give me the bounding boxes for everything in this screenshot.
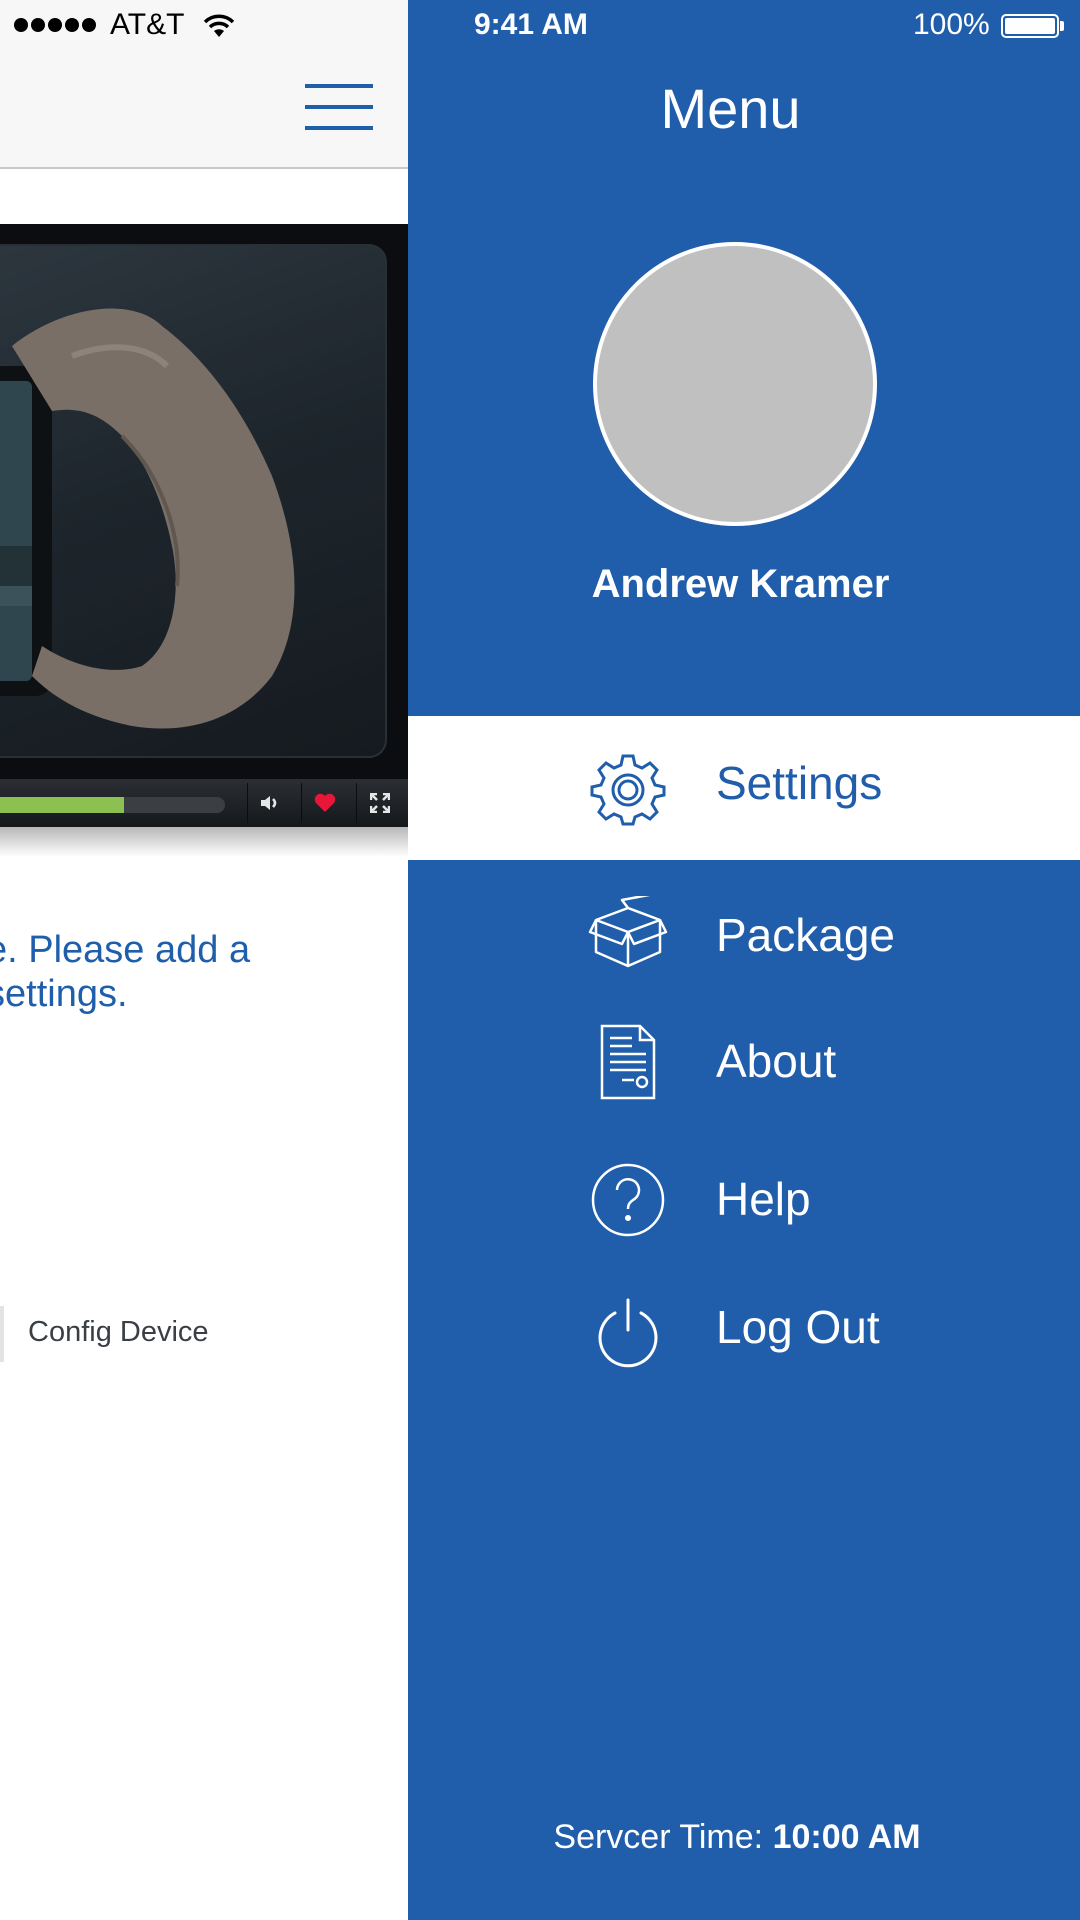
gear-icon <box>588 748 668 828</box>
battery-tip <box>1060 21 1064 31</box>
side-menu: 9:41 AM 100% Menu Andrew Kramer Settings <box>408 0 1080 1920</box>
info-message-line-2: settings. <box>0 973 128 1015</box>
wifi-icon <box>203 14 235 37</box>
box-icon <box>588 896 668 976</box>
avatar[interactable] <box>593 242 877 526</box>
status-bar-left: AT&T <box>0 0 408 52</box>
menu-item-label: Package <box>716 909 896 961</box>
menu-item-package[interactable]: Package <box>408 876 1080 996</box>
menu-item-label: About <box>716 1035 837 1087</box>
volume-icon[interactable] <box>247 783 294 823</box>
menu-item-label: Settings <box>716 757 883 809</box>
player-shadow <box>0 827 408 857</box>
server-time-label: Servcer Time: <box>553 1818 764 1856</box>
config-device-button[interactable]: Config Device <box>0 1306 408 1362</box>
menu-item-settings[interactable]: Settings <box>408 716 1080 860</box>
divider <box>0 1306 4 1362</box>
info-message: e. Please add a settings. <box>0 928 406 1016</box>
carrier-name: AT&T <box>110 8 185 41</box>
menu-item-help[interactable]: Help <box>408 1140 1080 1260</box>
server-time-value: 10:00 AM <box>772 1818 921 1856</box>
menu-item-log-out[interactable]: Log Out <box>408 1268 1080 1388</box>
video-progress-bar[interactable] <box>0 797 225 813</box>
battery-icon <box>1001 14 1059 38</box>
background-screen: AT&T e. Please add a settings. Config De… <box>0 0 408 1920</box>
video-player[interactable] <box>0 224 408 827</box>
fullscreen-icon[interactable] <box>356 783 403 823</box>
heart-icon[interactable] <box>301 783 348 823</box>
hand-holding-phone-image <box>0 246 385 756</box>
menu-item-label: Help <box>716 1173 811 1225</box>
menu-item-label: Log Out <box>716 1301 880 1353</box>
battery-percentage: 100% <box>913 8 990 41</box>
power-icon <box>588 1292 668 1372</box>
info-message-line-1: e. Please add a <box>0 929 251 971</box>
signal-strength-icon <box>14 18 96 32</box>
video-thumbnail[interactable] <box>0 244 387 758</box>
menu-item-about[interactable]: About <box>408 1002 1080 1122</box>
video-progress-fill <box>0 797 124 813</box>
config-device-label: Config Device <box>28 1316 209 1348</box>
status-time: 9:41 AM <box>474 8 588 41</box>
server-time: Servcer Time: 10:00 AM <box>408 1818 1066 1857</box>
user-name: Andrew Kramer <box>591 562 890 606</box>
navigation-bar <box>0 52 408 169</box>
menu-title: Menu <box>660 77 801 140</box>
hamburger-menu-icon[interactable] <box>305 84 373 132</box>
question-icon <box>588 1160 668 1240</box>
document-icon <box>588 1022 668 1102</box>
video-controls <box>0 779 408 827</box>
